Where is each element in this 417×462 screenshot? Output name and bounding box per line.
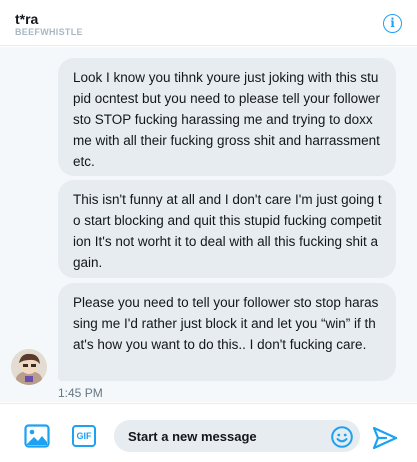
message-timestamp: 1:45 PM: [58, 386, 103, 400]
contact-name[interactable]: t*ra: [15, 11, 38, 27]
emoji-icon[interactable]: [331, 426, 353, 448]
message-bubble[interactable]: Please you need to tell your follower st…: [58, 283, 396, 381]
send-icon[interactable]: [372, 426, 398, 450]
conversation-header: t*ra BEEFWHISTLE i: [0, 0, 417, 46]
message-bubble[interactable]: Look I know you tihnk youre just joking …: [58, 58, 396, 176]
message-input[interactable]: [114, 420, 360, 452]
contact-handle[interactable]: BEEFWHISTLE: [15, 27, 83, 37]
image-icon[interactable]: [24, 424, 50, 448]
message-list[interactable]: Look I know you tihnk youre just joking …: [0, 47, 417, 402]
message-composer: GIF: [0, 403, 417, 462]
gif-button[interactable]: GIF: [72, 425, 96, 447]
message-bubble[interactable]: This isn't funny at all and I don't care…: [58, 180, 396, 278]
avatar[interactable]: [11, 349, 47, 385]
info-icon[interactable]: i: [383, 14, 402, 33]
